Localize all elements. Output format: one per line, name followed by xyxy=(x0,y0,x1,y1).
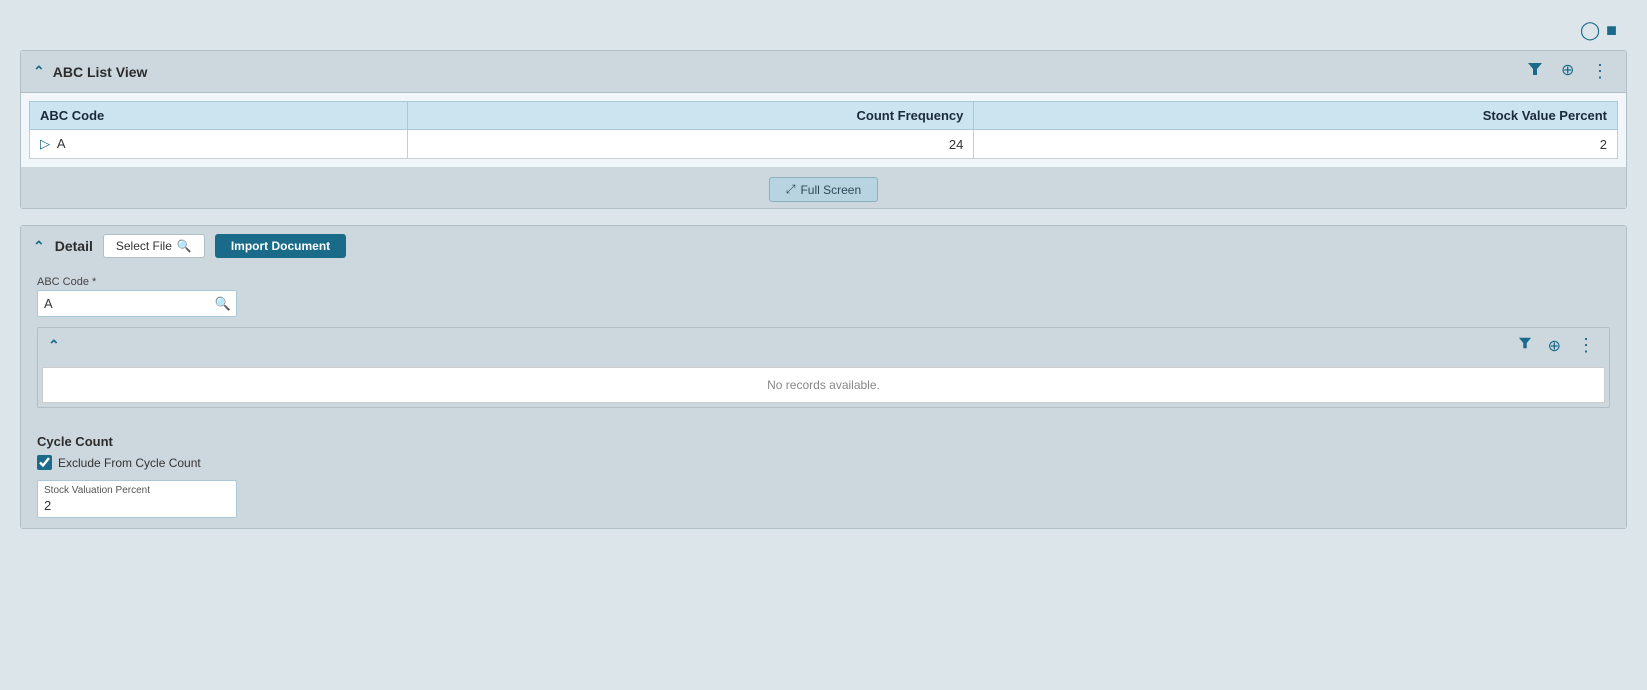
abc-list-view-panel: ⌃ ABC List View ⊕ ⋮ ABC Code xyxy=(20,50,1627,209)
inner-add-icon-btn[interactable]: ⊕ xyxy=(1544,333,1565,358)
header-left: ⌃ ABC List View xyxy=(33,63,147,80)
inner-more-dots-icon: ⋮ xyxy=(1577,335,1595,355)
cell-count-frequency: 24 xyxy=(407,130,974,159)
abc-list-table: ABC Code Count Frequency Stock Value Per… xyxy=(29,101,1618,159)
no-records-message: No records available. xyxy=(42,367,1605,403)
inner-panel-header: ⌃ ⊕ ⋮ xyxy=(38,328,1609,363)
exclude-cycle-count-label: Exclude From Cycle Count xyxy=(58,456,201,470)
stock-valuation-label: Stock Valuation Percent xyxy=(44,485,230,496)
import-document-label: Import Document xyxy=(231,239,330,253)
abc-code-input-wrap: 🔍 xyxy=(37,290,237,317)
cycle-count-title: Cycle Count xyxy=(37,434,1610,449)
abc-list-view-title: ABC List View xyxy=(53,64,148,80)
no-records-text: No records available. xyxy=(767,378,880,392)
detail-body: ABC Code * 🔍 ⌃ ⊕ xyxy=(21,266,1626,424)
collapse-chevron-icon[interactable]: ⌃ xyxy=(33,63,45,80)
abc-list-table-container: ABC Code Count Frequency Stock Value Per… xyxy=(21,92,1626,167)
inner-more-icon-btn[interactable]: ⋮ xyxy=(1573,333,1599,358)
inner-panel: ⌃ ⊕ ⋮ No records available. xyxy=(37,327,1610,408)
square-icon[interactable]: ■ xyxy=(1606,20,1617,41)
fullscreen-button[interactable]: ⤢ Full Screen xyxy=(769,177,878,202)
exclude-cycle-count-checkbox[interactable] xyxy=(37,455,52,470)
table-row[interactable]: ▷ A 24 2 xyxy=(30,130,1618,159)
inner-add-icon: ⊕ xyxy=(1548,338,1561,355)
more-dots-icon: ⋮ xyxy=(1591,61,1610,81)
abc-list-header-actions: ⊕ ⋮ xyxy=(1523,59,1614,84)
abc-code-value: A xyxy=(57,136,66,151)
abc-list-view-header: ⌃ ABC List View ⊕ ⋮ xyxy=(21,51,1626,92)
inner-panel-actions: ⊕ ⋮ xyxy=(1514,333,1599,358)
inner-collapse-chevron-icon[interactable]: ⌃ xyxy=(48,337,60,354)
select-file-button[interactable]: Select File 🔍 xyxy=(103,234,205,258)
cell-abc-code: ▷ A xyxy=(30,130,408,159)
stock-valuation-field: Stock Valuation Percent 2 xyxy=(37,480,237,518)
more-icon-btn[interactable]: ⋮ xyxy=(1587,59,1614,84)
inner-filter-icon xyxy=(1518,336,1532,350)
detail-panel-header: ⌃ Detail Select File 🔍 Import Document xyxy=(21,226,1626,266)
inner-filter-icon-btn[interactable] xyxy=(1514,333,1536,358)
filter-icon xyxy=(1527,61,1543,77)
abc-code-field-group: ABC Code * 🔍 xyxy=(37,276,1610,317)
fullscreen-btn-container: ⤢ Full Screen xyxy=(21,167,1626,208)
select-file-label: Select File xyxy=(116,239,172,253)
cycle-count-section: Cycle Count Exclude From Cycle Count Sto… xyxy=(21,424,1626,528)
cell-stock-value-percent: 2 xyxy=(974,130,1618,159)
fullscreen-label: Full Screen xyxy=(800,183,861,197)
detail-title: Detail xyxy=(55,238,93,254)
top-bar: ◯ ■ xyxy=(20,10,1627,50)
detail-collapse-chevron-icon[interactable]: ⌃ xyxy=(33,238,45,255)
col-stock-value-percent: Stock Value Percent xyxy=(974,102,1618,130)
circle-icon[interactable]: ◯ xyxy=(1580,20,1600,41)
fullscreen-icon: ⤢ xyxy=(786,182,796,197)
row-expand-icon[interactable]: ▷ xyxy=(40,136,50,151)
detail-panel: ⌃ Detail Select File 🔍 Import Document A… xyxy=(20,225,1627,529)
select-file-icon: 🔍 xyxy=(177,239,192,253)
svg-text:⊕: ⊕ xyxy=(1561,62,1574,77)
exclude-from-cycle-count-row: Exclude From Cycle Count xyxy=(37,455,1610,470)
abc-code-input[interactable] xyxy=(37,290,237,317)
col-abc-code: ABC Code xyxy=(30,102,408,130)
filter-icon-btn[interactable] xyxy=(1523,59,1547,84)
add-icon-btn[interactable]: ⊕ xyxy=(1555,59,1579,84)
add-icon: ⊕ xyxy=(1559,61,1575,77)
import-document-button[interactable]: Import Document xyxy=(215,234,346,258)
stock-valuation-value: 2 xyxy=(44,498,230,513)
abc-code-label: ABC Code * xyxy=(37,276,1610,288)
col-count-frequency: Count Frequency xyxy=(407,102,974,130)
